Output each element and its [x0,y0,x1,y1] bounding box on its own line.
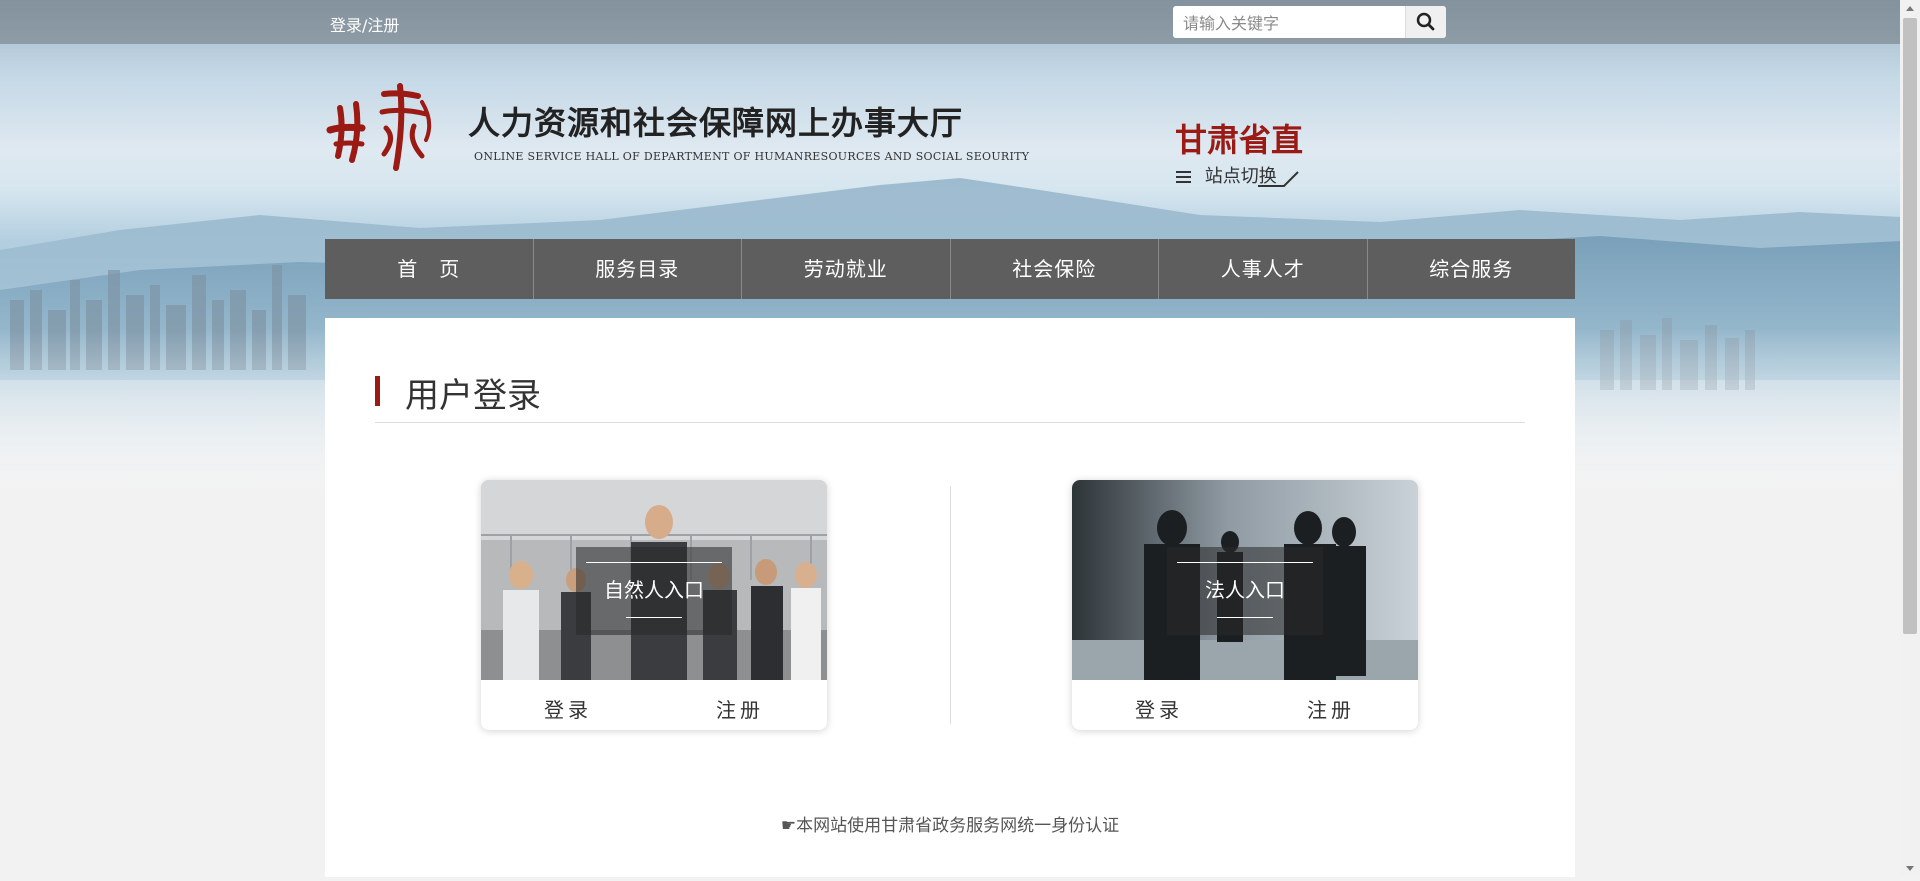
natural-person-login-button[interactable]: 登录 [544,694,592,723]
top-bar: 登录/注册 [0,0,1920,44]
identity-auth-note: ☛本网站使用甘肃省政务服务网统一身份认证 [780,816,1120,836]
card-label-overlay: 自然人入口 [576,547,732,635]
login-panel: 用户登录 自然人入口 登录 注册 法人入口 登录 注册 ☛本网站使用甘肃省政务服… [325,318,1575,877]
legal-person-label: 法人入口 [1205,578,1285,602]
search-button[interactable] [1405,6,1446,38]
site-switch-link[interactable]: 站点切换 [1176,162,1299,188]
site-subtitle: ONLINE SERVICE HALL OF DEPARTMENT OF HUM… [474,150,1030,163]
nav-item-home[interactable]: 首 页 [325,239,534,299]
nav-item-personnel-talent[interactable]: 人事人才 [1159,239,1368,299]
nav-item-employment[interactable]: 劳动就业 [742,239,951,299]
scroll-up-arrow-icon[interactable] [1900,0,1920,17]
nav-item-social-insurance[interactable]: 社会保险 [951,239,1159,299]
region-name: 甘肃省直 [1175,121,1304,159]
search-input[interactable] [1181,6,1405,40]
site-title: 人力资源和社会保障网上办事大厅 [468,104,964,142]
legal-person-card[interactable]: 法人入口 登录 注册 [1072,480,1418,730]
section-divider [375,422,1525,423]
legal-person-login-button[interactable]: 登录 [1135,694,1183,723]
search-box [1173,6,1446,40]
section-accent-bar [375,376,380,406]
card-divider [950,486,951,724]
scroll-down-arrow-icon[interactable] [1900,860,1920,877]
natural-person-label: 自然人入口 [604,578,704,602]
nav-item-service-directory[interactable]: 服务目录 [534,239,742,299]
search-icon [1416,12,1435,31]
pencil-swoosh-icon [1258,171,1299,187]
nav-item-general-services[interactable]: 综合服务 [1368,239,1576,299]
card-label-overlay: 法人入口 [1167,547,1323,635]
label-bottom-line [1217,617,1273,618]
section-title: 用户登录 [405,376,541,416]
natural-person-card[interactable]: 自然人入口 登录 注册 [481,480,827,730]
scrollbar-thumb[interactable] [1903,18,1917,634]
login-register-link[interactable]: 登录/注册 [330,12,399,36]
vertical-scrollbar[interactable] [1900,0,1920,877]
logo-calligraphy-mark [326,83,432,171]
label-top-line [1177,562,1313,563]
label-top-line [586,562,722,563]
menu-icon [1176,168,1191,186]
label-bottom-line [626,617,682,618]
natural-person-register-button[interactable]: 注册 [716,694,764,723]
main-navigation: 首 页 服务目录 劳动就业 社会保险 人事人才 综合服务 [325,239,1575,299]
gansu-calligraphy-logo [322,82,447,176]
legal-person-register-button[interactable]: 注册 [1307,694,1355,723]
